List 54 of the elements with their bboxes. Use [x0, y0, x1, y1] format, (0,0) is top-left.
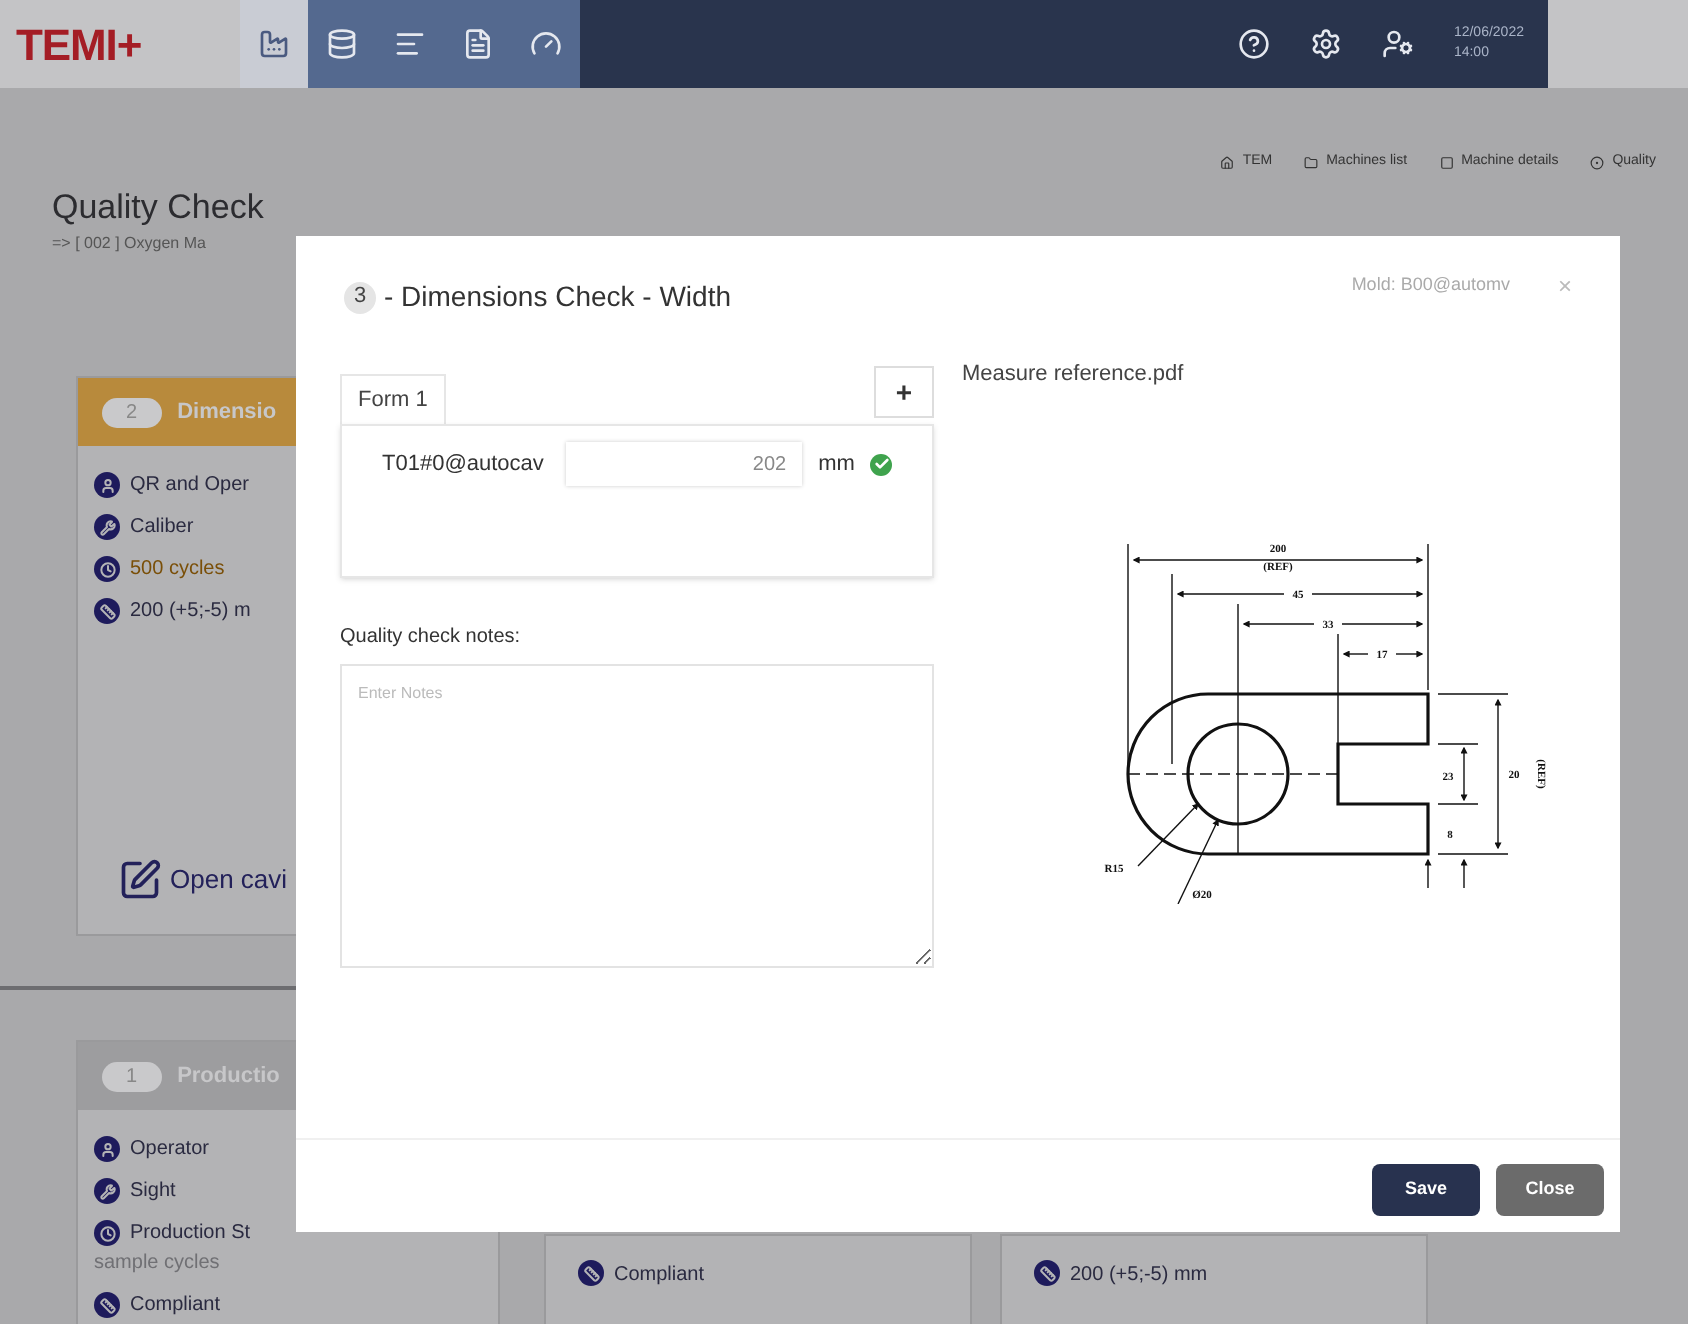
crumb-icon [1220, 155, 1235, 170]
mold-label: Mold: B00@automv [1351, 271, 1510, 298]
logo: TEMI+ [16, 17, 142, 73]
step-detail: Operator [130, 1136, 209, 1164]
step-note: sample cycles [94, 1250, 222, 1278]
tool-icon [94, 1178, 120, 1204]
file-name: Measure reference.pdf [962, 360, 1186, 390]
form-tab[interactable]: Form 1 [340, 373, 446, 424]
notes-label: Quality check notes: [340, 624, 523, 652]
nav-tab[interactable] [240, 0, 308, 88]
step-detail: 200 (+5;-5) mm [1070, 1262, 1208, 1290]
gauge-icon [530, 28, 562, 60]
crumb-icon [1304, 155, 1319, 170]
step-number: 2 [102, 397, 162, 427]
close-dialog-button[interactable]: Close [1496, 1164, 1604, 1216]
field-label: T01#0@autocav [382, 449, 546, 480]
tool-icon [94, 514, 120, 540]
measure-icon [578, 1260, 604, 1286]
step-number: 1 [102, 1061, 162, 1091]
step-detail: Sight [130, 1178, 176, 1206]
measure-icon [1034, 1260, 1060, 1286]
user-icon [94, 1136, 120, 1162]
help-icon[interactable] [1237, 28, 1270, 60]
report-icon [462, 28, 494, 60]
modal-title: - Dimensions Check - Width [384, 278, 731, 316]
save-button[interactable]: Save [1372, 1164, 1480, 1216]
open-link[interactable]: Open cavi [170, 860, 288, 900]
step-detail: QR and Oper [130, 472, 249, 500]
unit-label: mm [818, 449, 855, 480]
step-detail: Caliber [130, 514, 194, 542]
machines-icon [258, 28, 290, 60]
page-subtitle: => [ 002 ] Oxygen Ma [52, 232, 208, 256]
step-detail: Production St [130, 1220, 251, 1248]
page-title: Quality Check [52, 185, 266, 229]
user-area [1548, 0, 1688, 88]
measure-icon [94, 1292, 120, 1318]
crumb-icon [1439, 155, 1454, 170]
list-icon [394, 28, 426, 60]
crumb-icon [1590, 155, 1605, 170]
step-detail: 200 (+5;-5) m [130, 598, 251, 626]
settings-icon[interactable] [1309, 28, 1342, 60]
step-detail: 500 cycles [130, 556, 225, 584]
step-detail: Compliant [130, 1292, 221, 1320]
user-icon [94, 472, 120, 498]
card-title: Dimensio [177, 397, 277, 428]
value-field[interactable]: 202 [566, 442, 803, 486]
step-number: 3 [344, 281, 376, 313]
step-detail: Compliant [614, 1262, 705, 1290]
edit-icon [118, 858, 162, 902]
database-icon [326, 28, 358, 60]
notes-field[interactable]: Enter Notes [340, 664, 934, 968]
add-button[interactable]: + [874, 366, 934, 418]
measure-icon [94, 598, 120, 624]
user-icon[interactable] [1381, 28, 1414, 60]
